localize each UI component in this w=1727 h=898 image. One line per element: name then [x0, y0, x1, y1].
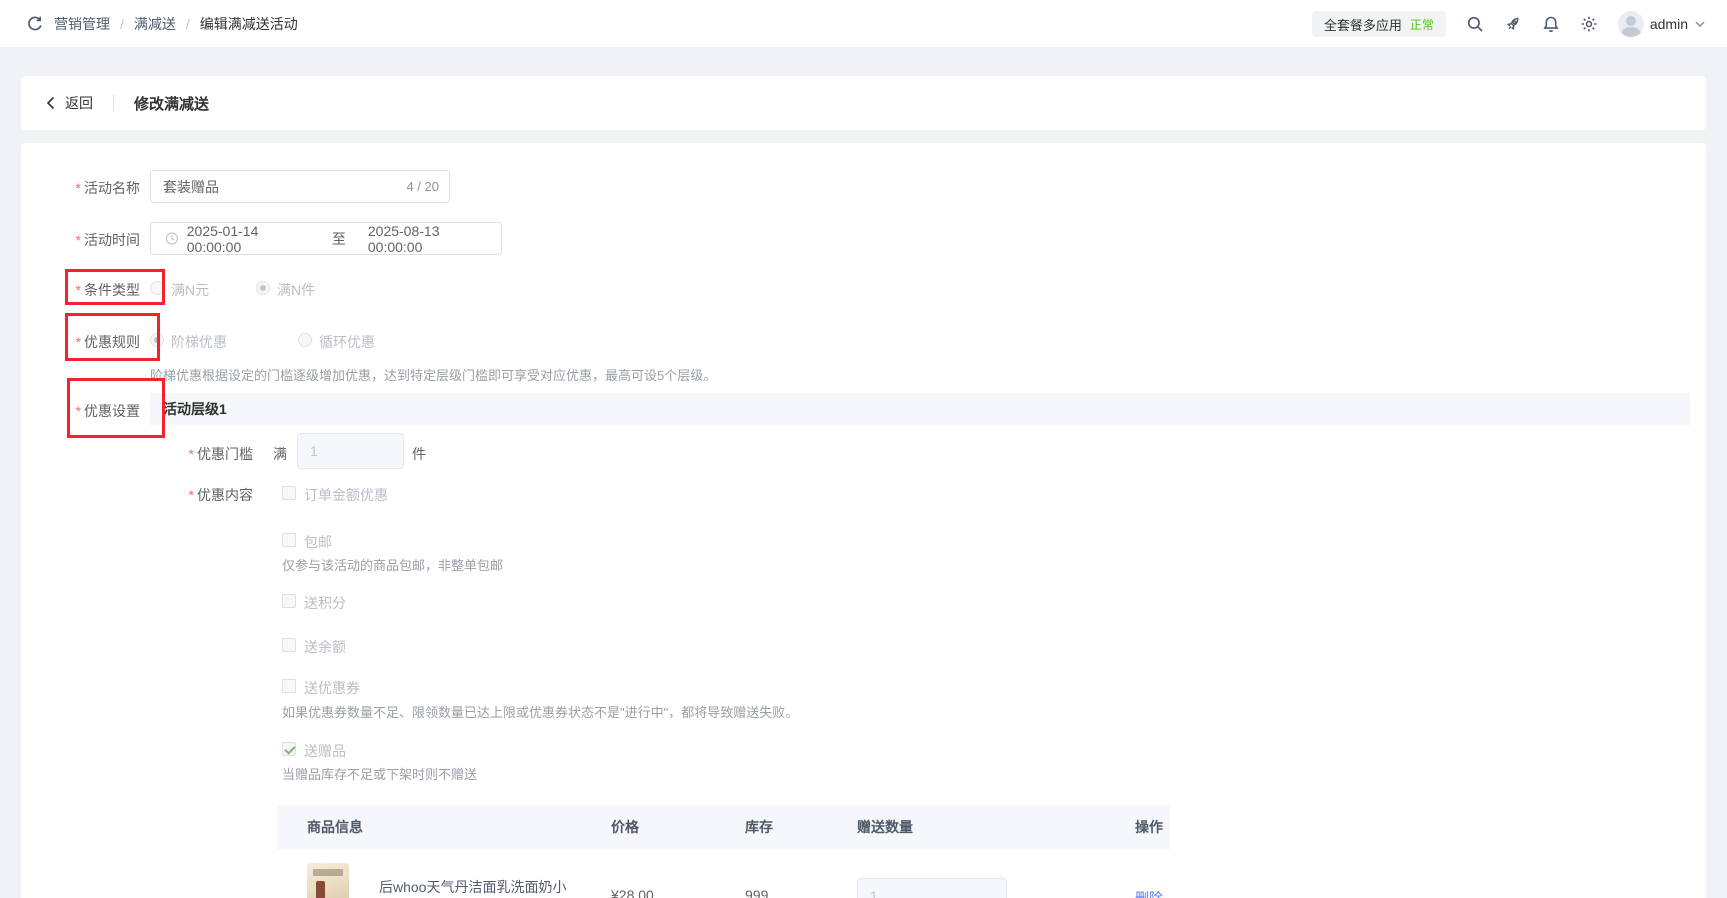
tier-band: 活动层级1	[150, 393, 1690, 425]
tier-title: 活动层级1	[150, 393, 1690, 425]
col-header-action: 操作	[1135, 805, 1163, 849]
checkbox-label-give-balance: 送余额	[304, 637, 346, 657]
checkbox-give-coupon	[282, 679, 296, 693]
breadcrumb-separator: /	[186, 16, 190, 32]
gift-table-header: 商品信息 价格 库存 赠送数量 操作	[277, 805, 1170, 849]
give-gift-hint: 当赠品库存不足或下架时则不赠送	[282, 764, 477, 783]
delete-link[interactable]: 删除	[1135, 888, 1163, 898]
username: admin	[1650, 16, 1688, 32]
chevron-down-icon	[1694, 18, 1706, 30]
free-shipping-hint: 仅参与该活动的商品包邮，非整单包邮	[282, 555, 503, 574]
back-button[interactable]: 返回	[45, 93, 93, 113]
bell-icon[interactable]	[1542, 15, 1560, 33]
end-date[interactable]: 2025-08-13 00:00:00	[368, 223, 487, 255]
gear-icon[interactable]	[1580, 15, 1598, 33]
col-header-qty: 赠送数量	[857, 805, 913, 849]
back-chevron-icon	[45, 96, 57, 110]
radio-label-cyclic-discount: 循环优惠	[319, 332, 375, 352]
threshold-unit: 件	[412, 444, 426, 464]
checkbox-label-give-gift: 送赠品	[304, 741, 346, 761]
checkbox-give-balance	[282, 638, 296, 652]
page-title: 修改满减送	[134, 93, 209, 114]
screen: 营销管理 / 满减送 / 编辑满减送活动 全套餐多应用 正常	[0, 0, 1727, 898]
activity-name-input[interactable]	[151, 171, 449, 202]
breadcrumb-item-full-reduction[interactable]: 满减送	[134, 14, 176, 34]
checkbox-order-amount-discount	[282, 486, 296, 500]
product-stock: 999	[745, 887, 768, 898]
checkbox-label-free-shipping: 包邮	[304, 532, 332, 552]
product-price: ¥28.00	[611, 887, 654, 898]
header-divider	[113, 95, 114, 111]
clock-icon	[165, 231, 179, 246]
checkbox-free-shipping	[282, 533, 296, 547]
app-name: 全套餐多应用	[1324, 15, 1402, 34]
discount-rule-hint: 阶梯优惠根据设定的门槛逐级增加优惠，达到特定层级门槛即可享受对应优惠，最高可设5…	[150, 365, 716, 384]
col-header-product: 商品信息	[307, 805, 363, 849]
required-mark: *	[76, 180, 81, 196]
threshold-prefix: 满	[273, 444, 287, 464]
user-menu[interactable]: admin	[1618, 11, 1706, 37]
checkbox-label-give-coupon: 送优惠券	[304, 678, 360, 698]
top-bar: 营销管理 / 满减送 / 编辑满减送活动 全套餐多应用 正常	[0, 0, 1727, 48]
field-label-activity-time: *活动时间	[21, 230, 140, 250]
gift-qty-input	[857, 878, 1007, 898]
product-name: 后whoo天气丹洁面乳洗面奶小	[379, 877, 639, 897]
range-separator: 至	[332, 229, 346, 249]
checkbox-label-give-points: 送积分	[304, 593, 346, 613]
threshold-input	[297, 433, 404, 469]
col-header-price: 价格	[611, 805, 639, 849]
col-header-stock: 库存	[745, 805, 773, 849]
page-header-card: 返回 修改满减送	[21, 76, 1706, 130]
radio-label-full-n-yuan: 满N元	[171, 280, 209, 300]
form-card: *活动名称 4 / 20 *活动时间 2025-01-14 00:00:00 至…	[21, 143, 1706, 898]
required-mark: *	[189, 487, 194, 503]
field-label-discount-content: *优惠内容	[21, 485, 253, 505]
radio-label-tiered-discount: 阶梯优惠	[171, 332, 227, 352]
radio-full-n-pieces	[256, 281, 270, 295]
app-switcher-badge[interactable]: 全套餐多应用 正常	[1312, 11, 1446, 37]
gift-table: 商品信息 价格 库存 赠送数量 操作 后whoo天气丹洁面乳洗面奶小 ¥28.0…	[277, 805, 1170, 898]
rocket-icon[interactable]	[1504, 15, 1522, 33]
annotation-box-discount-rule	[65, 313, 160, 361]
search-icon[interactable]	[1466, 15, 1484, 33]
product-thumbnail	[307, 863, 349, 898]
thumbnail-bottle-decor	[316, 881, 325, 898]
give-coupon-hint: 如果优惠券数量不足、限领数量已达上限或优惠券状态不是"进行中"，都将导致赠送失败…	[282, 702, 798, 721]
field-label-activity-name: *活动名称	[21, 178, 140, 198]
checkbox-give-gift	[282, 742, 296, 756]
refresh-icon[interactable]	[26, 15, 44, 33]
checkbox-give-points	[282, 594, 296, 608]
field-label-threshold: *优惠门槛	[21, 444, 253, 464]
start-date[interactable]: 2025-01-14 00:00:00	[187, 223, 306, 255]
radio-cyclic-discount	[298, 333, 312, 347]
breadcrumb-item-marketing[interactable]: 营销管理	[54, 14, 110, 34]
annotation-box-discount-setting	[67, 378, 165, 438]
thumbnail-label-decor	[313, 869, 343, 876]
radio-label-full-n-pieces: 满N件	[277, 280, 315, 300]
date-range-picker[interactable]: 2025-01-14 00:00:00 至 2025-08-13 00:00:0…	[150, 222, 502, 255]
annotation-box-condition-type	[65, 269, 165, 305]
breadcrumb-item-current: 编辑满减送活动	[200, 14, 298, 34]
table-row: 后whoo天气丹洁面乳洗面奶小 ¥28.00 999 删除	[277, 849, 1170, 898]
char-counter: 4 / 20	[406, 171, 439, 202]
checkbox-label-order-amount-discount: 订单金额优惠	[304, 485, 388, 505]
required-mark: *	[76, 232, 81, 248]
app-status-badge: 正常	[1410, 16, 1434, 33]
back-label: 返回	[65, 93, 93, 113]
activity-name-field: 4 / 20	[150, 170, 450, 203]
avatar	[1618, 11, 1644, 37]
required-mark: *	[189, 446, 194, 462]
breadcrumb-separator: /	[120, 16, 124, 32]
